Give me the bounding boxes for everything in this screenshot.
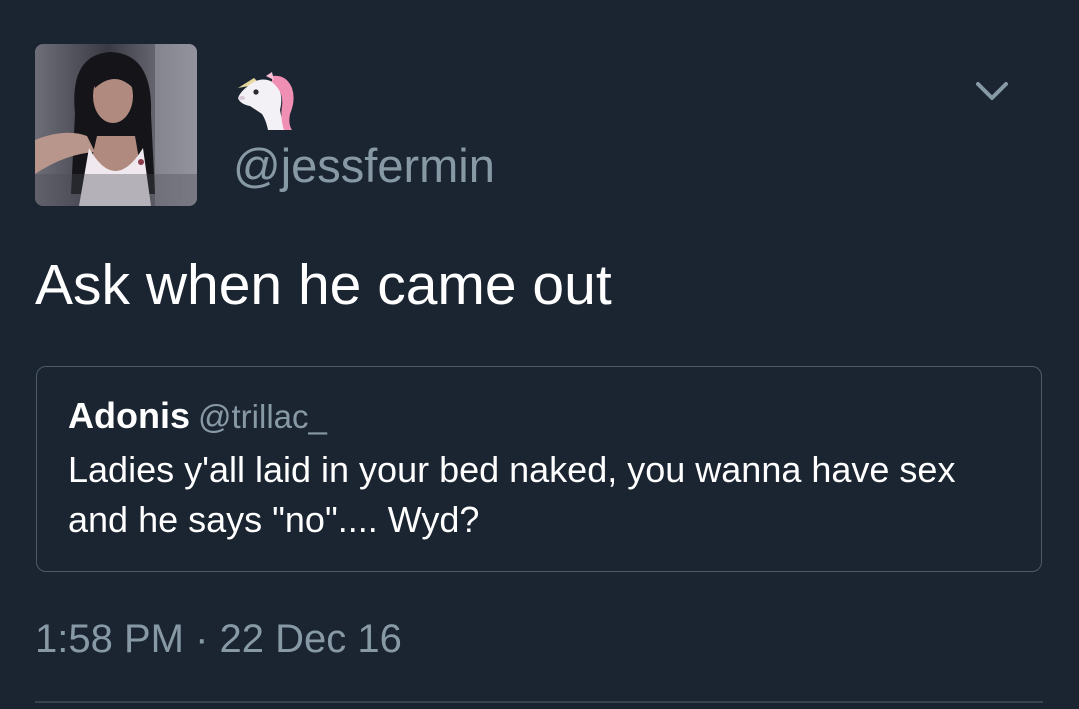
quoted-author-name: Adonis (68, 395, 190, 436)
quoted-author-handle: @trillac_ (198, 398, 327, 435)
unicorn-icon (232, 70, 298, 132)
profile-photo (35, 44, 197, 206)
tweet-timestamp[interactable]: 1:58 PM · 22 Dec 16 (35, 614, 402, 664)
quoted-tweet[interactable]: Adonis @trillac_ Ladies y'all laid in you… (36, 366, 1042, 572)
tweet-text: Ask when he came out (35, 253, 612, 317)
tweet-detail: @jessfermin Ask when he came out Adonis @… (0, 0, 1079, 709)
chevron-down-icon[interactable] (970, 72, 1014, 108)
avatar[interactable] (35, 44, 197, 206)
quoted-tweet-text: Ladies y'all laid in your bed naked, you… (68, 449, 956, 540)
author-handle[interactable]: @jessfermin (233, 138, 495, 194)
quoted-tweet-header: Adonis @trillac_ (68, 395, 327, 437)
divider (35, 701, 1043, 703)
